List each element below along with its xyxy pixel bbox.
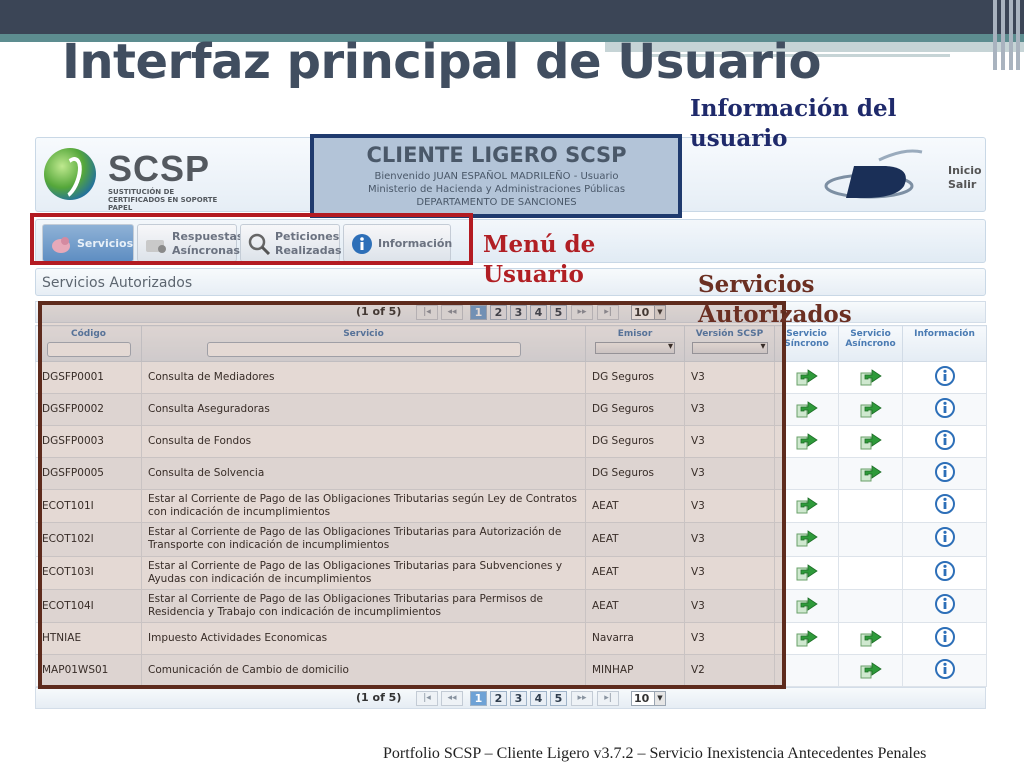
info-icon[interactable]	[934, 527, 955, 548]
col-informacion-label: Información	[914, 329, 975, 339]
go-arrow-icon[interactable]	[796, 398, 818, 418]
page-3-button[interactable]: 3	[510, 691, 527, 706]
header-links: Inicio Salir	[948, 164, 982, 192]
go-arrow-icon[interactable]	[860, 398, 882, 418]
slide-title: Interfaz principal de Usuario	[62, 34, 821, 90]
page-count: (1 of 5)	[356, 691, 402, 704]
page-2-button[interactable]: 2	[490, 691, 507, 706]
go-arrow-icon[interactable]	[860, 430, 882, 450]
cell-asincrono	[838, 425, 903, 458]
go-arrow-icon[interactable]	[796, 430, 818, 450]
cell-informacion	[902, 522, 987, 557]
cell-asincrono	[838, 361, 903, 394]
page-size-select[interactable]: 10 ▼	[631, 691, 666, 706]
go-arrow-icon[interactable]	[796, 594, 818, 614]
page-size-value: 10	[634, 692, 650, 705]
slide-deco-line	[1001, 0, 1005, 70]
cell-asincrono	[838, 393, 903, 426]
logo-text: SCSP	[108, 148, 211, 189]
cell-asincrono	[838, 488, 903, 524]
page-5-button[interactable]: 5	[550, 691, 567, 706]
info-icon[interactable]	[934, 397, 955, 418]
slide-deco-line	[1016, 0, 1020, 70]
page-4-button[interactable]: 4	[530, 691, 547, 706]
inicio-link[interactable]: Inicio	[948, 164, 982, 178]
scsp-globe-icon	[44, 148, 96, 200]
cell-informacion	[902, 457, 987, 490]
go-arrow-icon[interactable]	[860, 627, 882, 647]
next-page-button[interactable]: ▸▸	[571, 691, 593, 706]
callout-user-info: Información del usuario	[690, 95, 897, 152]
cell-asincrono	[838, 622, 903, 656]
slide-deco-line	[993, 0, 997, 70]
col-informacion: Información	[902, 325, 987, 362]
cell-informacion	[902, 622, 987, 656]
info-icon[interactable]	[934, 365, 955, 386]
col-sincrono-line2: Síncrono	[784, 339, 829, 349]
section-title: Servicios Autorizados	[42, 275, 193, 291]
info-icon[interactable]	[934, 594, 955, 615]
cell-informacion	[902, 425, 987, 458]
info-icon[interactable]	[934, 494, 955, 515]
cell-informacion	[902, 393, 987, 426]
go-arrow-icon[interactable]	[796, 494, 818, 514]
col-asincrono: Servicio Asíncrono	[838, 325, 903, 362]
info-icon[interactable]	[934, 560, 955, 581]
slide-top-bar	[0, 0, 1024, 34]
cell-informacion	[902, 555, 987, 590]
info-icon[interactable]	[934, 658, 955, 679]
user-menu-highlight	[30, 213, 473, 265]
info-icon[interactable]	[934, 626, 955, 647]
slide-deco-line	[1009, 0, 1013, 70]
go-arrow-icon[interactable]	[860, 659, 882, 679]
callout-authorized-services: Servicios Autorizados	[698, 271, 852, 328]
slide-footer: Portfolio SCSP – Cliente Ligero v3.7.2 –…	[383, 745, 927, 762]
go-arrow-icon[interactable]	[860, 366, 882, 386]
cell-informacion	[902, 361, 987, 394]
cell-informacion	[902, 654, 987, 688]
cell-asincrono	[838, 654, 903, 688]
last-page-button[interactable]: ▸|	[597, 691, 619, 706]
go-arrow-icon[interactable]	[796, 561, 818, 581]
col-asincrono-line2: Asíncrono	[845, 339, 896, 349]
salir-link[interactable]: Salir	[948, 178, 982, 192]
first-page-button[interactable]: |◂	[416, 691, 438, 706]
callout-user-menu: Menú de Usuario	[483, 231, 596, 288]
chevron-down-icon: ▼	[654, 692, 665, 705]
user-info-highlight	[310, 134, 682, 218]
col-sincrono-line1: Servicio	[786, 329, 827, 339]
cell-asincrono	[838, 588, 903, 624]
go-arrow-icon[interactable]	[796, 527, 818, 547]
scsp-logo: SCSP SUSTITUCIÓN DE CERTIFICADOS EN SOPO…	[44, 146, 224, 212]
page-1-button[interactable]: 1	[470, 691, 487, 706]
go-arrow-icon[interactable]	[796, 366, 818, 386]
info-icon[interactable]	[934, 429, 955, 450]
go-arrow-icon[interactable]	[796, 627, 818, 647]
logo-subtitle: SUSTITUCIÓN DE CERTIFICADOS EN SOPORTE P…	[108, 188, 218, 212]
authorized-services-highlight	[38, 301, 786, 689]
cell-informacion	[902, 588, 987, 624]
cell-asincrono	[838, 457, 903, 490]
cell-asincrono	[838, 555, 903, 590]
info-icon[interactable]	[934, 461, 955, 482]
d-logo-icon	[824, 149, 923, 199]
col-asincrono-line1: Servicio	[850, 329, 891, 339]
prev-page-button[interactable]: ◂◂	[441, 691, 463, 706]
cell-asincrono	[838, 522, 903, 557]
cell-informacion	[902, 488, 987, 524]
pager-bottom: (1 of 5) |◂ ◂◂ 1 2 3 4 5 ▸▸ ▸| 10 ▼	[35, 687, 986, 709]
go-arrow-icon[interactable]	[860, 462, 882, 482]
